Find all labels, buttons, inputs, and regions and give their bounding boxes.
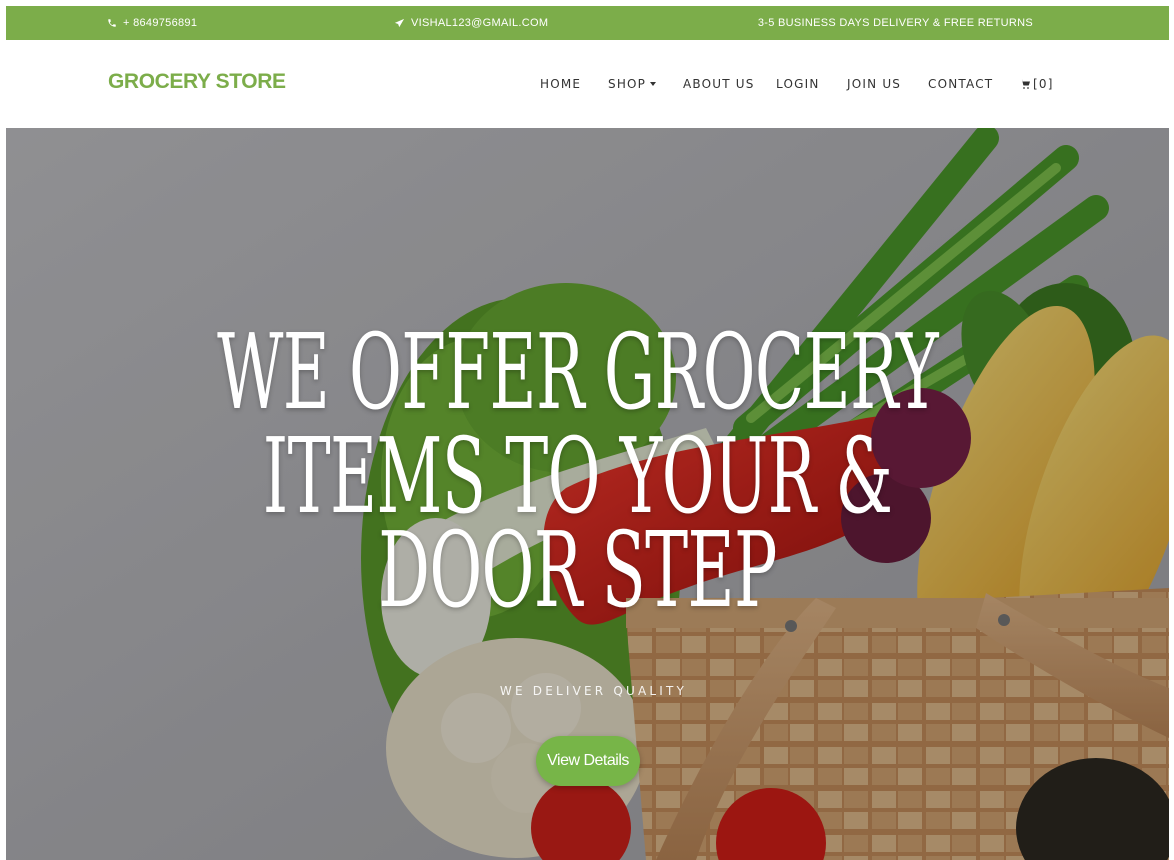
hero-title-line1: We offer Grocery Items to your & [217, 311, 938, 537]
nav-home[interactable]: HOME [540, 74, 581, 94]
nav-join-us[interactable]: JOIN US [847, 74, 901, 94]
nav-shop-label: SHOP [608, 77, 647, 91]
page: + 8649756891 VISHAL123@GMAIL.COM 3-5 BUS… [0, 0, 1174, 860]
hero-title-line2: Door Step [378, 509, 777, 631]
top-info-bar: + 8649756891 VISHAL123@GMAIL.COM 3-5 BUS… [6, 6, 1169, 40]
topbar-delivery-note: 3-5 BUSINESS DAYS DELIVERY & FREE RETURN… [758, 6, 1033, 40]
view-details-button[interactable]: View Details [536, 736, 640, 786]
nav-cart[interactable]: [0] [1019, 74, 1054, 94]
hero-subtitle: WE DELIVER QUALITY [499, 684, 688, 698]
topbar-email-text: VISHAL123@GMAIL.COM [411, 17, 549, 29]
cart-icon [1020, 79, 1030, 89]
cart-count: [0] [1033, 77, 1054, 91]
nav-login[interactable]: LOGIN [776, 74, 820, 94]
topbar-email[interactable]: VISHAL123@GMAIL.COM [394, 6, 548, 40]
main-nav: HOME SHOP ABOUT US LOGIN JOIN US CONTACT… [6, 74, 1169, 94]
caret-down-icon [650, 82, 657, 86]
paper-plane-icon [394, 18, 405, 27]
topbar-phone[interactable]: + 8649756891 [107, 6, 197, 40]
phone-icon [108, 19, 116, 27]
site-header: GROCERY STORE HOME SHOP ABOUT US LOGIN J… [6, 40, 1169, 128]
hero-banner: We offer Grocery Items to your & Door St… [6, 128, 1169, 860]
topbar-delivery-text: 3-5 BUSINESS DAYS DELIVERY & FREE RETURN… [757, 17, 1033, 29]
topbar-phone-text: + 8649756891 [123, 17, 198, 29]
nav-contact[interactable]: CONTACT [928, 74, 993, 94]
nav-about-us[interactable]: ABOUT US [683, 74, 755, 94]
nav-shop[interactable]: SHOP [608, 74, 657, 94]
